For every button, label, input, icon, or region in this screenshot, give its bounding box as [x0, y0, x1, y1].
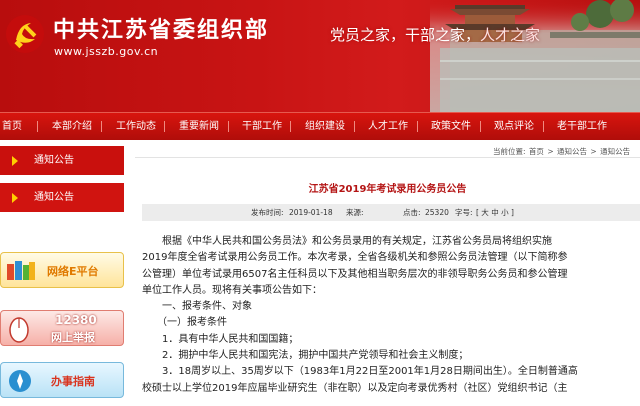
guide-icon [9, 370, 31, 392]
publish-date-label: 发布时间: [251, 208, 284, 217]
breadcrumb-divider [135, 157, 640, 158]
nav-item-important-news[interactable]: 重要新闻 [179, 113, 219, 140]
mouse-icon [9, 317, 29, 343]
nav-divider [480, 121, 481, 132]
breadcrumb-item-current[interactable]: 通知公告 [600, 147, 630, 156]
slogan-part: 干部之家， [405, 26, 481, 44]
nav-item-opinion[interactable]: 观点评论 [494, 113, 534, 140]
card-number: 12380 [55, 313, 97, 327]
card-label: 网上举报 [51, 331, 95, 344]
nav-item-veteran-cadres[interactable]: 老干部工作 [557, 113, 607, 140]
sidebar-item-label: 通知公告 [34, 192, 74, 203]
nav-item-home[interactable]: 首页 [2, 113, 22, 140]
nav-item-work-news[interactable]: 工作动态 [116, 113, 156, 140]
font-size-label: 字号: [455, 208, 473, 217]
article-paragraph: 一、报考条件、对象 [142, 301, 252, 313]
article-paragraph: （一）报考条件 [142, 317, 227, 329]
books-icon [7, 261, 35, 280]
article-title: 江苏省2019年考试录用公务员公告 [308, 184, 467, 195]
nav-item-policy[interactable]: 政策文件 [431, 113, 471, 140]
main-nav: 首页 本部介绍 工作动态 重要新闻 干部工作 组织建设 人才工作 政策文件 观点… [0, 112, 640, 140]
network-e-platform-link[interactable]: 网络E平台 [0, 252, 124, 288]
nav-divider [164, 121, 165, 132]
sidebar-tab-label: 通知公告 [34, 155, 74, 166]
nav-divider [101, 121, 102, 132]
source-label: 来源: [346, 208, 364, 217]
nav-divider [417, 121, 418, 132]
breadcrumb-separator: > [590, 147, 597, 156]
breadcrumb-separator: > [547, 147, 554, 156]
article-meta-bar: 发布时间: 2019-01-18 来源: 点击: 25320 字号: [ 大 中… [142, 204, 640, 221]
nav-divider [37, 121, 38, 132]
article-paragraph: 1．具有中华人民共和国国籍； [142, 333, 299, 345]
header-scenery-image [430, 0, 640, 112]
nav-divider [543, 121, 544, 132]
card-label: 办事指南 [51, 375, 95, 388]
article-paragraph: 3．18周岁以上、35周岁以下（1983年1月22日至2001年1月28日期间出… [142, 366, 578, 378]
sidebar-item-notices[interactable]: 通知公告 [0, 183, 124, 212]
article-paragraph: 校硕士以上学位2019年应届毕业研究生（非在职）以及定向考录优秀村（社区）党组织… [142, 382, 568, 394]
site-header: 中共江苏省委组织部 www.jsszb.gov.cn 党员之家，干部之家，人才之… [0, 0, 640, 112]
slogan-part: 党员之家， [330, 26, 406, 44]
slogan-part: 人才之家 [480, 26, 541, 44]
nav-item-cadre-work[interactable]: 干部工作 [242, 113, 282, 140]
font-size-options[interactable]: [ 大 中 小 ] [476, 204, 514, 221]
article-paragraph: 单位工作人员。现将有关事项公告如下： [142, 284, 322, 296]
nav-divider [290, 121, 291, 132]
nav-divider [354, 121, 355, 132]
site-title: 中共江苏省委组织部 [53, 18, 270, 43]
sidebar-tab-notices[interactable]: 通知公告 [0, 146, 124, 175]
article-paragraph: 2．拥护中华人民共和国宪法，拥护中国共产党领导和社会主义制度； [142, 350, 469, 362]
arrow-right-icon [12, 156, 18, 166]
hits-label: 点击: [403, 208, 421, 217]
hits-count: 25320 [425, 208, 449, 217]
nav-item-talent[interactable]: 人才工作 [368, 113, 408, 140]
party-emblem-icon [6, 15, 44, 53]
nav-divider [228, 121, 229, 132]
breadcrumb-item-home[interactable]: 首页 [529, 147, 544, 156]
breadcrumb: 当前位置: 首页 > 通知公告 > 通知公告 [493, 146, 631, 157]
nav-item-about[interactable]: 本部介绍 [52, 113, 92, 140]
article-paragraph: 公管理）单位考试录用6507名主任科员以下及其他相当职务层次的非领导职务公务员和… [142, 268, 568, 280]
header-slogan: 党员之家，干部之家，人才之家 [330, 24, 540, 45]
publish-date: 2019-01-18 [289, 208, 333, 217]
breadcrumb-prefix: 当前位置: [493, 147, 526, 156]
nav-item-organization[interactable]: 组织建设 [305, 113, 345, 140]
site-url: www.jsszb.gov.cn [54, 45, 159, 58]
online-report-12380-link[interactable]: 12380 网上举报 [0, 310, 124, 346]
card-label: 网络E平台 [47, 265, 99, 278]
article-paragraph: 根据《中华人民共和国公务员法》和公务员录用的有关规定，江苏省公务员局将组织实施 [142, 236, 552, 247]
service-guide-link[interactable]: 办事指南 [0, 362, 124, 398]
article-paragraph: 2019年度全省考试录用公务员工作。本次考录，全省各级机关和参照公务员法管理（以… [142, 252, 568, 264]
arrow-right-icon [12, 193, 18, 203]
breadcrumb-item-notices[interactable]: 通知公告 [557, 147, 587, 156]
article-body: 根据《中华人民共和国公务员法》和公务员录用的有关规定，江苏省公务员局将组织实施 … [142, 234, 638, 397]
